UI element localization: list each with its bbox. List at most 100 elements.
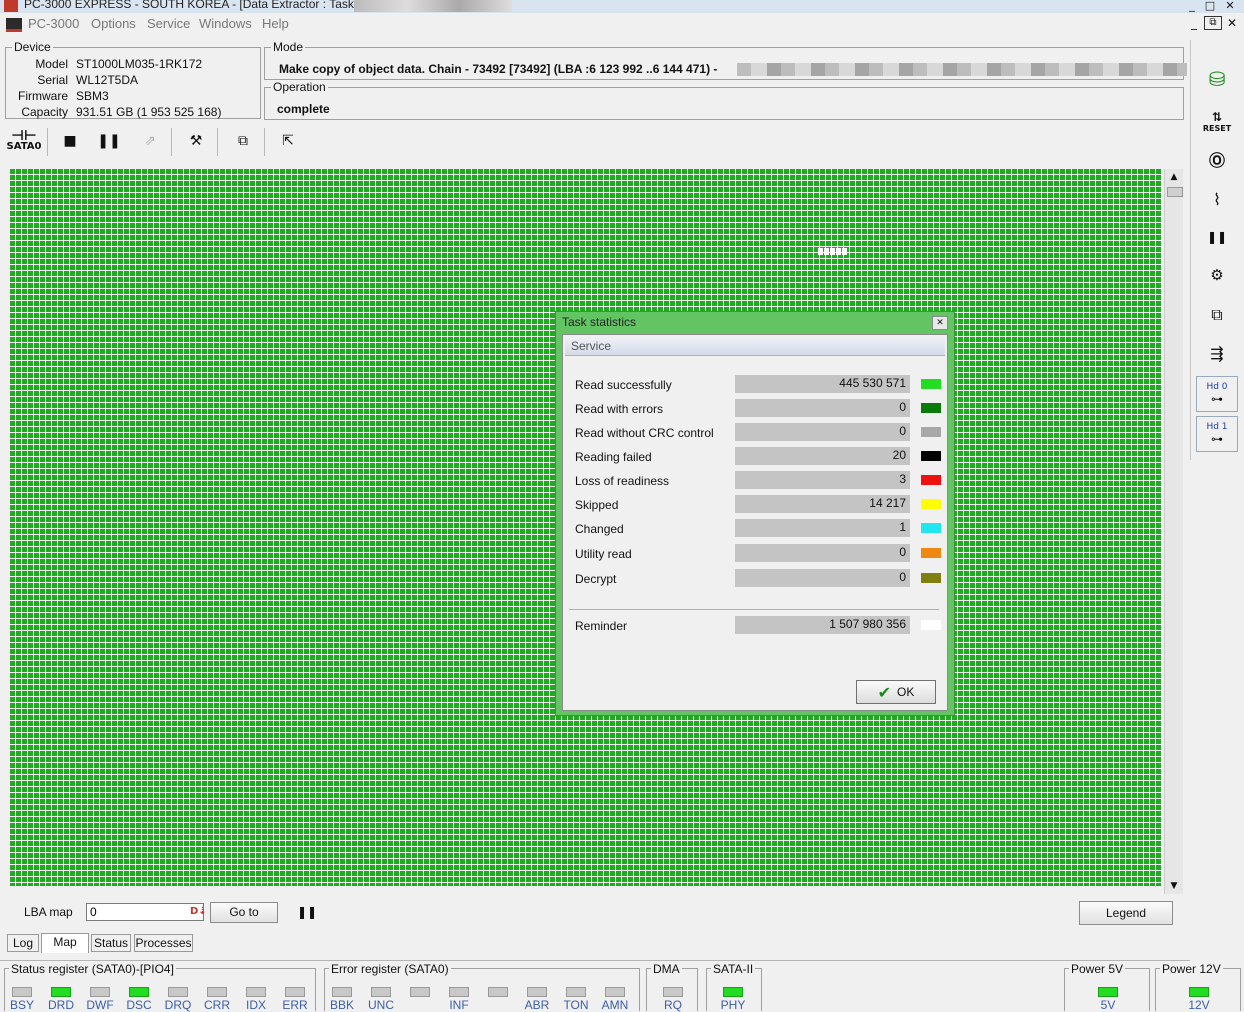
stat-label: Loss of readiness (575, 474, 670, 488)
dialog-close-button[interactable]: ✕ (932, 316, 948, 330)
tab-status[interactable]: Status (91, 934, 131, 952)
ok-button[interactable]: ✔ OK (856, 680, 936, 704)
register-led (449, 987, 469, 997)
register-led-label: DRQ (164, 998, 192, 1012)
lba-map-label: LBA map (24, 905, 73, 919)
pause-button[interactable]: ❚❚ (91, 126, 127, 156)
stat-label: Read with errors (575, 402, 664, 416)
stat-label: Skipped (575, 498, 619, 512)
register-led-label: 12V (1188, 998, 1210, 1012)
mdi-close-button[interactable]: ✕ (1224, 16, 1240, 30)
app-icon (4, 0, 18, 12)
reset-button[interactable]: ⇅ RESET (1196, 104, 1238, 138)
register-led (723, 987, 743, 997)
stat-row: Read successfully 445 530 571 (563, 375, 947, 395)
device-group: Device Model ST1000LM035-1RK172 Serial W… (5, 40, 261, 119)
stat-label: Read without CRC control (575, 426, 714, 440)
jumper-button[interactable]: ⌇ (1196, 182, 1238, 216)
menu-pc3000[interactable]: PC-3000 (28, 16, 79, 31)
hd1-button[interactable]: Hd 1 ⊶ (1196, 416, 1238, 452)
stop-button[interactable]: ■ (52, 126, 88, 156)
copy-windows-button[interactable]: ⧉ (225, 126, 261, 156)
stat-label: Changed (575, 522, 624, 536)
hd1-label: Hd 1 (1206, 422, 1228, 432)
stat-row: Decrypt 0 (563, 569, 947, 589)
device-group-label: Device (12, 40, 53, 54)
register-led (527, 987, 547, 997)
operation-group-label: Operation (271, 80, 328, 94)
stat-row: Read with errors 0 (563, 399, 947, 419)
pause-icon: ❚❚ (97, 133, 121, 149)
mdi-restore-button[interactable]: ⧉ (1204, 16, 1222, 30)
pc3000-logo-icon (6, 18, 22, 32)
register-led (129, 987, 149, 997)
operation-group: Operation complete (264, 80, 1184, 120)
scroll-down-arrow[interactable]: ▼ (1165, 878, 1183, 894)
register-led-label: CRR (204, 998, 230, 1012)
scroll-up-arrow[interactable]: ▲ (1165, 169, 1183, 185)
stat-value: 20 (735, 447, 910, 465)
operation-status: complete (277, 102, 330, 116)
serial-value: WL12T5DA (76, 73, 139, 87)
service-section-header: Service (565, 337, 945, 356)
exit-icon: ⇱ (282, 133, 294, 149)
stat-label: Reading failed (575, 450, 652, 464)
power-off-button[interactable]: Ⓞ (1196, 142, 1238, 176)
stat-row: Reading failed 20 (563, 447, 947, 467)
hd0-button[interactable]: Hd 0 ⊶ (1196, 376, 1238, 412)
menu-options[interactable]: Options (91, 16, 136, 31)
menu-help[interactable]: Help (262, 16, 289, 31)
maximize-button[interactable]: □ (1202, 0, 1218, 12)
power-5v-group: Power 5V 5V (1064, 962, 1150, 1012)
unread-block-marker (842, 248, 847, 255)
jumper-icon: ⌇ (1213, 189, 1221, 209)
firmware-label: Firmware (18, 89, 68, 103)
database-button[interactable]: ⛁ (1196, 62, 1238, 96)
hd0-label: Hd 0 (1206, 382, 1228, 392)
chip-settings-icon: ⚙ (1210, 266, 1224, 284)
toolbar-separator (217, 128, 218, 156)
close-windows-button[interactable]: ⧉ (1196, 298, 1238, 332)
database-icon: ⛁ (1208, 67, 1226, 91)
tab-processes[interactable]: Processes (134, 934, 193, 952)
map-scrollbar[interactable]: ▲ ▼ (1164, 169, 1183, 894)
register-led-label: DWF (86, 998, 114, 1012)
lba-dropdown-icon[interactable]: D⇣ (190, 906, 207, 917)
register-led (12, 987, 32, 997)
reminder-value: 1 507 980 356 (735, 616, 910, 634)
dma-group: DMA RQ (646, 962, 698, 1012)
toolbar-separator (264, 128, 265, 156)
serial-label: Serial (37, 73, 68, 87)
tab-log[interactable]: Log (7, 934, 39, 952)
mdi-minimize-button[interactable]: _ (1186, 16, 1202, 30)
dialog-title: Task statistics (562, 315, 637, 329)
model-label: Model (35, 57, 68, 71)
register-led (371, 987, 391, 997)
status-divider (0, 960, 1190, 961)
port-selector-button[interactable]: ⊣⊢ SATA0 (6, 126, 42, 156)
power-12v-group: Power 12V 12V (1155, 962, 1241, 1012)
toolbar-separator (47, 128, 48, 156)
goto-button[interactable]: Go to (210, 902, 278, 923)
export-button[interactable]: ⇗ (132, 126, 168, 156)
menu-service[interactable]: Service (147, 16, 190, 31)
hd0-icon: ⊶ (1211, 392, 1223, 406)
connector-button[interactable]: ⇶ (1196, 336, 1238, 370)
close-button[interactable]: ✕ (1222, 0, 1238, 12)
tools-button[interactable]: ⚒ (178, 126, 214, 156)
legend-button[interactable]: Legend (1079, 901, 1173, 925)
right-pause-button[interactable]: ❚❚ (1196, 220, 1238, 254)
lba-input[interactable] (86, 903, 204, 921)
scroll-thumb[interactable] (1167, 187, 1183, 197)
exit-button[interactable]: ⇱ (270, 126, 306, 156)
menu-windows[interactable]: Windows (199, 16, 252, 31)
settings-button[interactable]: ⚙ (1196, 258, 1238, 292)
map-pause-icon[interactable]: ❚❚ (297, 905, 317, 919)
register-led (90, 987, 110, 997)
register-led (488, 987, 508, 997)
tab-map[interactable]: Map (41, 933, 89, 953)
stat-value: 0 (735, 399, 910, 417)
status-register-group: Status register (SATA0)-[PIO4] BSY DRD DWF… (4, 962, 316, 1012)
close-windows-icon: ⧉ (1211, 305, 1223, 324)
minimize-button[interactable]: _ (1184, 0, 1200, 12)
